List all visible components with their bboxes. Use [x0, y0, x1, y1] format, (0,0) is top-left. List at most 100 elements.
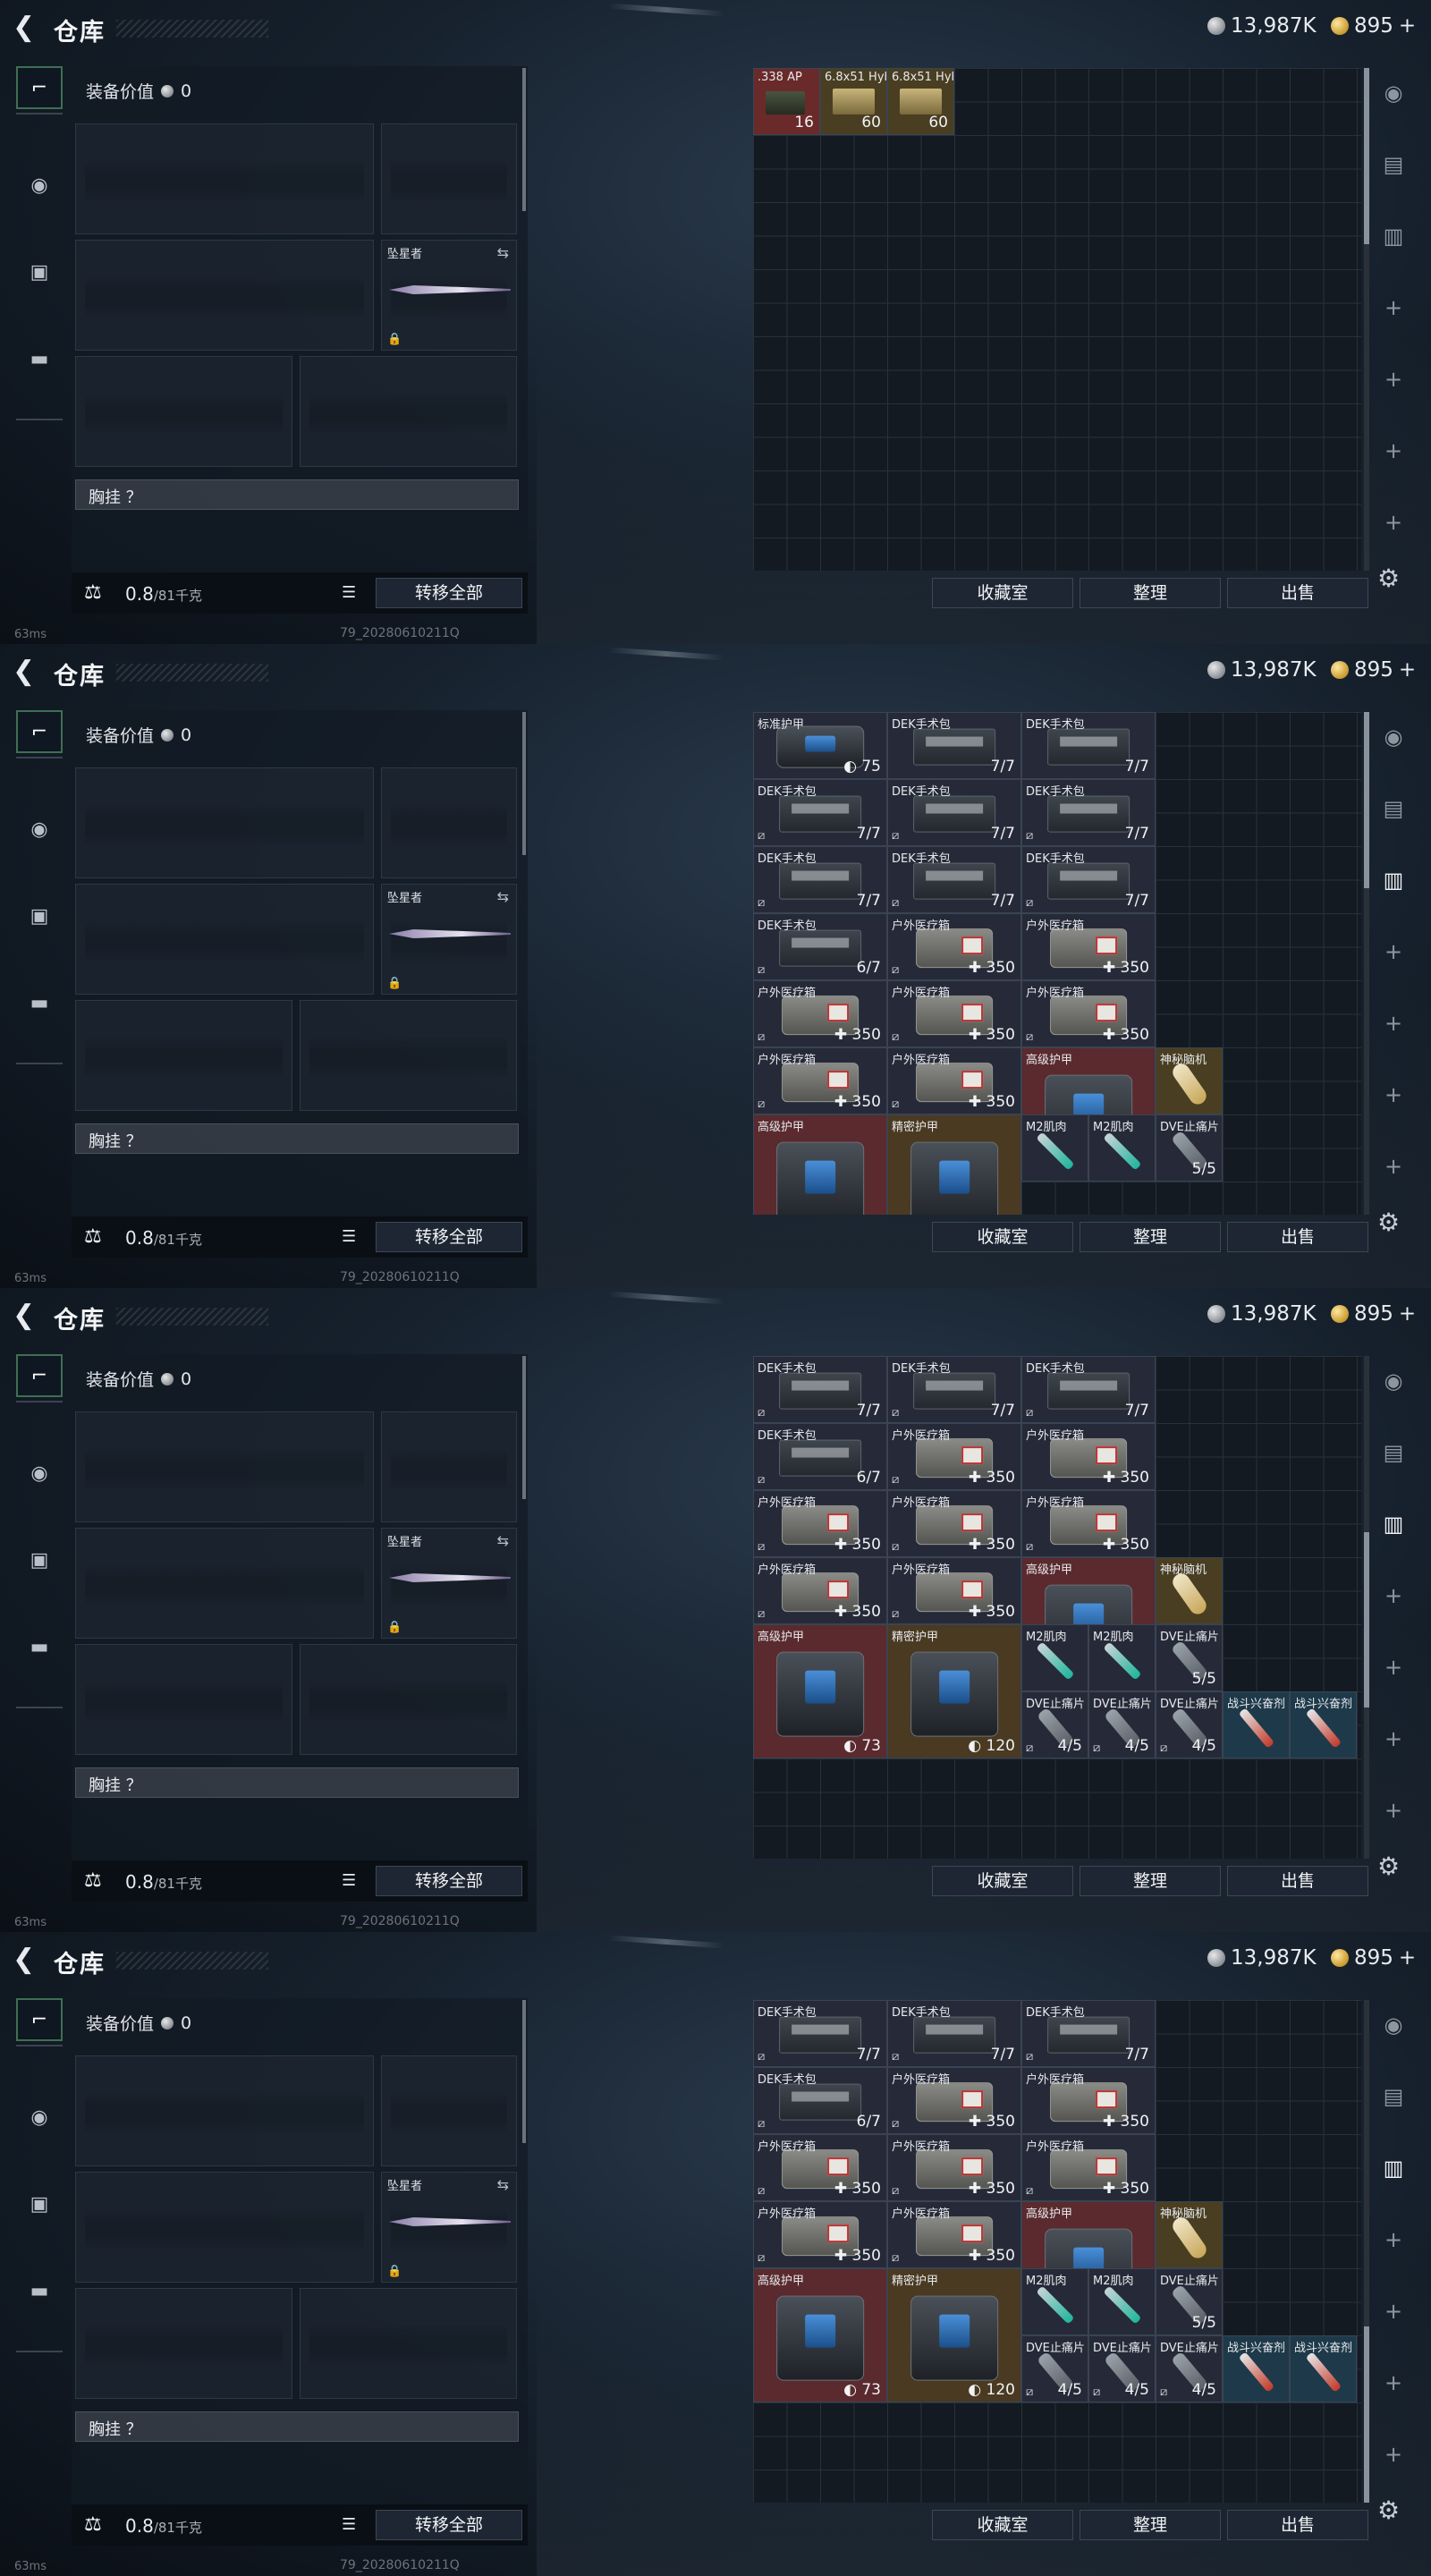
stash-item[interactable]: M2肌肉 — [1088, 1114, 1156, 1182]
stash-tab[interactable]: ◉ — [1368, 1360, 1418, 1402]
transfer-all-button[interactable]: 转移全部 — [376, 1222, 522, 1252]
stash-item[interactable]: 户外医疗箱 ⧄ ✚ 350 — [887, 1490, 1021, 1557]
stash-item[interactable]: 标准护甲 ◐ 75 — [753, 712, 887, 779]
pistol-slot[interactable] — [381, 1411, 517, 1522]
transfer-all-button[interactable]: 转移全部 — [376, 1866, 522, 1896]
helmet-slot[interactable] — [75, 1644, 292, 1755]
stash-tab[interactable]: + — [1368, 2290, 1418, 2333]
nav-helmet-icon[interactable]: ◉ — [16, 808, 63, 851]
helmet-slot[interactable] — [75, 2288, 292, 2399]
back-arrow-icon[interactable]: ❮ — [13, 1301, 39, 1331]
stash-tab[interactable]: + — [1368, 286, 1418, 329]
nav-gun-icon[interactable]: ⌐ — [16, 710, 63, 753]
gold-currency[interactable]: 895 + — [1331, 14, 1416, 38]
stash-item[interactable]: DVE止痛片 ⧄ 4/5 — [1021, 1691, 1088, 1758]
gold-currency[interactable]: 895 + — [1331, 1302, 1416, 1326]
stash-item[interactable]: M2肌肉 — [1088, 1624, 1156, 1691]
primary-weapon-slot[interactable] — [75, 2055, 374, 2166]
stash-tab[interactable]: + — [1368, 1646, 1418, 1689]
stash-item[interactable]: 神秘脑机 — [1156, 1557, 1223, 1624]
stash-item[interactable]: 神秘脑机 — [1156, 2201, 1223, 2268]
stash-item[interactable]: 户外医疗箱 ✚ 350 — [1021, 2067, 1156, 2134]
sell-button[interactable]: 出售 — [1227, 1222, 1368, 1252]
nav-briefcase-icon[interactable]: ▬ — [16, 981, 63, 1024]
chest-rig-slot[interactable]: 胸挂 ？ — [75, 1767, 519, 1798]
stash-item[interactable]: 户外医疗箱 ⧄ ✚ 350 — [1021, 2134, 1156, 2201]
stash-item[interactable]: DEK手术包 7/7 — [1021, 712, 1156, 779]
stash-item[interactable]: 高级护甲 — [753, 1114, 887, 1215]
transfer-all-button[interactable]: 转移全部 — [376, 578, 522, 608]
stash-item[interactable]: 户外医疗箱 ⧄ ✚ 350 — [887, 980, 1021, 1047]
organize-button[interactable]: 整理 — [1080, 1866, 1221, 1896]
swap-icon[interactable]: ⇆ — [497, 888, 509, 905]
equipment-scrollbar[interactable] — [522, 1356, 526, 1499]
stash-item[interactable]: 户外医疗箱 ⧄ ✚ 350 — [887, 1423, 1021, 1490]
stash-item[interactable]: DEK手术包 7/7 — [887, 712, 1021, 779]
stash-item[interactable]: DEK手术包 ⧄ 7/7 — [887, 846, 1021, 913]
stash-item[interactable]: DVE止痛片 ⧄ 4/5 — [1156, 1691, 1223, 1758]
gold-add-button[interactable]: + — [1399, 1946, 1416, 1970]
armor-slot[interactable] — [300, 356, 517, 467]
stash-item[interactable]: 户外医疗箱 ⧄ ✚ 350 — [887, 2201, 1021, 2268]
armor-slot[interactable] — [300, 2288, 517, 2399]
melee-slot[interactable]: 坠星者 ⇆ 🔒 — [381, 2172, 517, 2283]
pistol-slot[interactable] — [381, 123, 517, 234]
stash-tab[interactable]: + — [1368, 429, 1418, 472]
stash-tab[interactable]: ▤ — [1368, 143, 1418, 186]
list-icon[interactable]: ☰ — [342, 1871, 356, 1890]
stash-grid[interactable]: .338 AP 16 6.8x51 Hybrid 60 6.8x51 Hybrid 60 — [753, 68, 1361, 571]
stash-item[interactable]: DEK手术包 ⧄ 6/7 — [753, 913, 887, 980]
stash-item[interactable]: DVE止痛片 ⧄ 4/5 — [1088, 2335, 1156, 2402]
secondary-weapon-slot[interactable] — [75, 1528, 374, 1639]
equipment-scrollbar[interactable] — [522, 712, 526, 855]
settings-gear-icon[interactable]: ⚙ — [1377, 1208, 1400, 1237]
nav-backpack-icon[interactable]: ▣ — [16, 1538, 63, 1581]
nav-gun-icon[interactable]: ⌐ — [16, 1998, 63, 2041]
stash-tab[interactable]: + — [1368, 1145, 1418, 1188]
nav-briefcase-icon[interactable]: ▬ — [16, 337, 63, 380]
stash-item[interactable]: DVE止痛片 5/5 — [1156, 1624, 1223, 1691]
stash-tab[interactable]: + — [1368, 1717, 1418, 1760]
helmet-slot[interactable] — [75, 356, 292, 467]
stash-tab[interactable]: + — [1368, 1002, 1418, 1045]
stash-tab[interactable]: ▤ — [1368, 787, 1418, 830]
gold-currency[interactable]: 895 + — [1331, 1946, 1416, 1970]
list-icon[interactable]: ☰ — [342, 2515, 356, 2534]
stash-tab[interactable]: ◉ — [1368, 716, 1418, 758]
gold-add-button[interactable]: + — [1399, 658, 1416, 682]
stash-item[interactable]: 6.8x51 Hybrid 60 — [820, 68, 887, 135]
gold-currency[interactable]: 895 + — [1331, 658, 1416, 682]
stash-item[interactable]: 户外医疗箱 ⧄ ✚ 350 — [887, 2067, 1021, 2134]
swap-icon[interactable]: ⇆ — [497, 2176, 509, 2193]
nav-helmet-icon[interactable]: ◉ — [16, 164, 63, 207]
stash-item[interactable]: 户外医疗箱 ✚ 350 — [1021, 1423, 1156, 1490]
collection-room-button[interactable]: 收藏室 — [932, 1222, 1073, 1252]
stash-tab[interactable]: ◉ — [1368, 72, 1418, 114]
nav-briefcase-icon[interactable]: ▬ — [16, 2269, 63, 2312]
stash-tab[interactable]: + — [1368, 1073, 1418, 1116]
stash-item[interactable]: 战斗兴奋剂 — [1223, 1691, 1290, 1758]
nav-backpack-icon[interactable]: ▣ — [16, 2182, 63, 2225]
nav-briefcase-icon[interactable]: ▬ — [16, 1625, 63, 1668]
stash-item[interactable]: M2肌肉 — [1021, 2268, 1088, 2335]
stash-item[interactable]: DEK手术包 ⧄ 7/7 — [887, 2000, 1021, 2067]
helmet-slot[interactable] — [75, 1000, 292, 1111]
stash-item[interactable]: 神秘脑机 — [1156, 1047, 1223, 1114]
stash-item[interactable]: 战斗兴奋剂 — [1290, 2335, 1357, 2402]
collection-room-button[interactable]: 收藏室 — [932, 578, 1073, 608]
secondary-weapon-slot[interactable] — [75, 884, 374, 995]
stash-item[interactable]: 户外医疗箱 ⧄ ✚ 350 — [887, 1047, 1021, 1114]
nav-gun-icon[interactable]: ⌐ — [16, 1354, 63, 1397]
stash-item[interactable]: 户外医疗箱 ⧄ ✚ 350 — [1021, 980, 1156, 1047]
stash-item[interactable]: DEK手术包 ⧄ 7/7 — [1021, 846, 1156, 913]
sell-button[interactable]: 出售 — [1227, 2510, 1368, 2540]
stash-item[interactable]: 精密护甲 — [887, 1114, 1021, 1215]
stash-item[interactable]: 户外医疗箱 ⧄ ✚ 350 — [753, 2134, 887, 2201]
stash-item[interactable]: 户外医疗箱 ⧄ ✚ 350 — [753, 2201, 887, 2268]
organize-button[interactable]: 整理 — [1080, 578, 1221, 608]
back-arrow-icon[interactable]: ❮ — [13, 657, 39, 687]
chest-rig-slot[interactable]: 胸挂 ？ — [75, 479, 519, 510]
stash-item[interactable]: M2肌肉 — [1088, 2268, 1156, 2335]
stash-item[interactable]: 户外医疗箱 ⧄ ✚ 350 — [753, 1047, 887, 1114]
stash-tab[interactable]: + — [1368, 501, 1418, 544]
